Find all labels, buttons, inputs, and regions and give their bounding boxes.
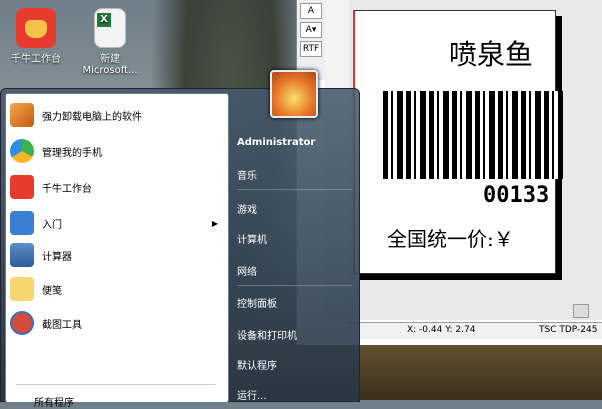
calculator-icon — [10, 243, 34, 267]
menu-separator — [237, 285, 352, 286]
sticky-notes-icon — [10, 277, 34, 301]
qianniu-icon — [10, 175, 34, 199]
desktop-icon-excel-file[interactable]: 新建 Microsoft... — [80, 8, 140, 76]
snipping-tool-icon — [10, 311, 34, 335]
start-item-qianniu[interactable]: 千牛工作台 — [10, 172, 224, 202]
price-text[interactable]: 全国统一价:￥ — [387, 223, 514, 252]
text-tool-button[interactable]: A — [300, 3, 322, 19]
start-menu: 强力卸载电脑上的软件 管理我的手机 千牛工作台 入门 ▶ 计算器 便笺 截图工具… — [0, 88, 360, 409]
start-right-user[interactable]: Administrator — [237, 137, 315, 148]
start-item-label: 强力卸载电脑上的软件 — [42, 111, 142, 123]
barcode-element[interactable] — [383, 91, 563, 179]
start-item-label: 管理我的手机 — [42, 147, 102, 159]
desktop-icon-label: 千牛工作台 — [11, 54, 61, 65]
menu-separator — [16, 384, 216, 385]
submenu-arrow-icon: ▶ — [211, 218, 218, 228]
start-right-games[interactable]: 游戏 — [237, 201, 257, 216]
text-dropdown-button[interactable]: A▾ — [300, 22, 322, 38]
all-programs-button[interactable]: 所有程序 — [34, 394, 74, 409]
excel-file-icon — [94, 8, 126, 48]
start-right-network[interactable]: 网络 — [237, 263, 257, 278]
start-right-control-panel[interactable]: 控制面板 — [237, 295, 277, 310]
rtf-tool-button[interactable]: RTF — [300, 41, 322, 57]
uninstall-icon — [10, 103, 34, 127]
start-right-music[interactable]: 音乐 — [237, 167, 257, 182]
label-title-text[interactable]: 喷泉鱼 — [449, 33, 533, 73]
qianniu-icon — [16, 8, 56, 48]
menu-separator — [237, 189, 352, 190]
barcode-digits-text[interactable]: 00133 — [483, 183, 549, 208]
start-item-snipping-tool[interactable]: 截图工具 — [10, 308, 224, 338]
desktop-icon-qianniu[interactable]: 千牛工作台 — [6, 8, 66, 65]
tool-strip: A A▾ RTF — [297, 0, 326, 80]
start-menu-pinned-list: 强力卸载电脑上的软件 管理我的手机 千牛工作台 入门 ▶ 计算器 便笺 截图工具… — [5, 93, 229, 409]
start-item-getting-started[interactable]: 入门 ▶ — [10, 208, 224, 238]
start-item-label: 千牛工作台 — [42, 183, 92, 195]
start-item-sticky-notes[interactable]: 便笺 — [10, 274, 224, 304]
cursor-coordinates: X: -0.44 Y: 2.74 — [407, 325, 476, 335]
start-right-computer[interactable]: 计算机 — [237, 231, 267, 246]
label-preview[interactable]: 喷泉鱼 00133 全国统一价:￥ — [353, 10, 563, 274]
getting-started-icon — [10, 211, 34, 235]
printer-name: TSC TDP-245 — [539, 325, 598, 335]
phone-manager-icon — [10, 139, 34, 163]
status-bar: X: -0.44 Y: 2.74 TSC TDP-245 — [349, 322, 602, 339]
start-item-label: 截图工具 — [42, 319, 82, 331]
start-menu-right-pane: Administrator 音乐 游戏 计算机 网络 控制面板 设备和打印机 默… — [231, 89, 359, 402]
user-avatar[interactable] — [270, 70, 318, 118]
start-item-uninstaller[interactable]: 强力卸载电脑上的软件 — [10, 100, 224, 130]
scrollbar-handle[interactable] — [573, 304, 589, 318]
start-right-default-programs[interactable]: 默认程序 — [237, 357, 277, 372]
start-item-label: 入门 — [42, 219, 62, 231]
start-item-label: 便笺 — [42, 285, 62, 297]
desktop-icon-label: 新建 Microsoft... — [82, 54, 138, 76]
start-right-devices-printers[interactable]: 设备和打印机 — [237, 327, 297, 342]
start-item-calculator[interactable]: 计算器 — [10, 240, 224, 270]
start-item-label: 计算器 — [42, 251, 72, 263]
start-item-phone-manager[interactable]: 管理我的手机 — [10, 136, 224, 166]
